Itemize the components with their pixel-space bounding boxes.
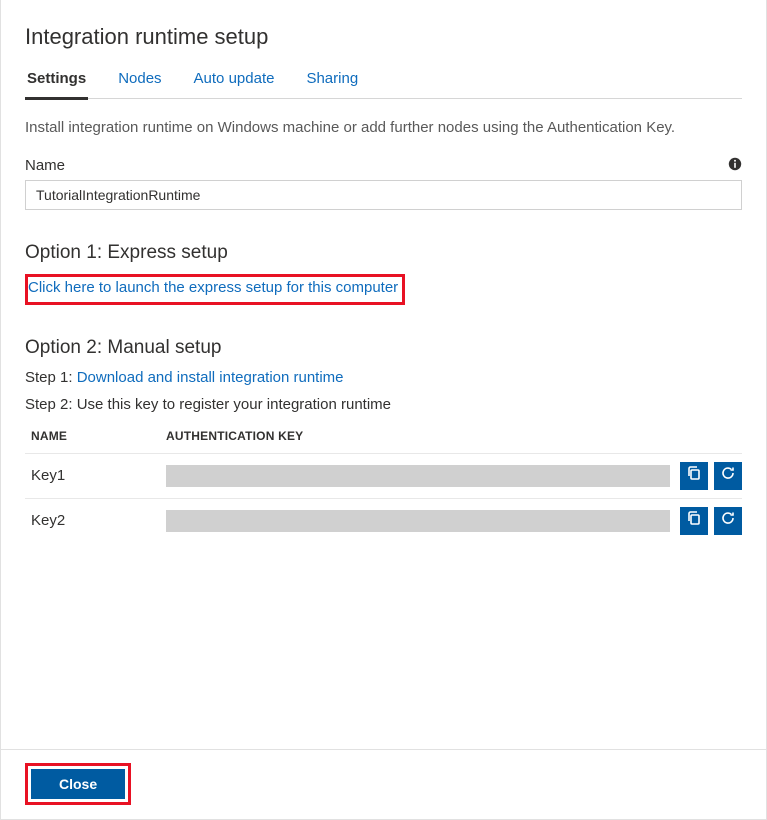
copy-key-button[interactable] (680, 462, 708, 490)
tab-nodes[interactable]: Nodes (116, 64, 163, 98)
express-setup-link[interactable]: Click here to launch the express setup f… (28, 279, 398, 296)
name-label-row: Name (25, 157, 742, 174)
step2-line: Step 2: Use this key to register your in… (25, 396, 742, 413)
tab-bar: Settings Nodes Auto update Sharing (25, 64, 742, 99)
name-input[interactable] (25, 180, 742, 210)
step1-line: Step 1: Download and install integration… (25, 369, 742, 386)
close-button[interactable]: Close (31, 769, 125, 799)
col-header-name: NAME (31, 429, 166, 443)
copy-icon (686, 465, 702, 486)
name-label: Name (25, 157, 65, 174)
table-row: Key1 (25, 453, 742, 498)
tab-sharing[interactable]: Sharing (304, 64, 360, 98)
key-table: NAME AUTHENTICATION KEY Key1 Key2 (25, 429, 742, 543)
auth-key-value[interactable] (166, 510, 670, 532)
refresh-icon (720, 465, 736, 486)
refresh-key-button[interactable] (714, 507, 742, 535)
copy-icon (686, 510, 702, 531)
install-description: Install integration runtime on Windows m… (25, 117, 742, 139)
copy-key-button[interactable] (680, 507, 708, 535)
option1-heading: Option 1: Express setup (25, 242, 742, 264)
main-panel: Integration runtime setup Settings Nodes… (1, 0, 766, 749)
refresh-icon (720, 510, 736, 531)
tab-auto-update[interactable]: Auto update (192, 64, 277, 98)
refresh-key-button[interactable] (714, 462, 742, 490)
close-button-highlight: Close (25, 763, 131, 805)
footer: Close (1, 749, 766, 819)
option2-heading: Option 2: Manual setup (25, 337, 742, 359)
key-actions (670, 507, 742, 535)
key-name: Key2 (31, 512, 166, 529)
key-table-header: NAME AUTHENTICATION KEY (25, 429, 742, 453)
express-setup-highlight: Click here to launch the express setup f… (25, 274, 405, 305)
key-name: Key1 (31, 467, 166, 484)
table-row: Key2 (25, 498, 742, 543)
col-header-auth: AUTHENTICATION KEY (166, 429, 736, 443)
info-icon[interactable] (728, 157, 742, 173)
key-actions (670, 462, 742, 490)
download-runtime-link[interactable]: Download and install integration runtime (77, 369, 344, 386)
auth-key-value[interactable] (166, 465, 670, 487)
step1-prefix: Step 1: (25, 369, 77, 386)
page-title: Integration runtime setup (25, 24, 742, 50)
tab-settings[interactable]: Settings (25, 64, 88, 100)
